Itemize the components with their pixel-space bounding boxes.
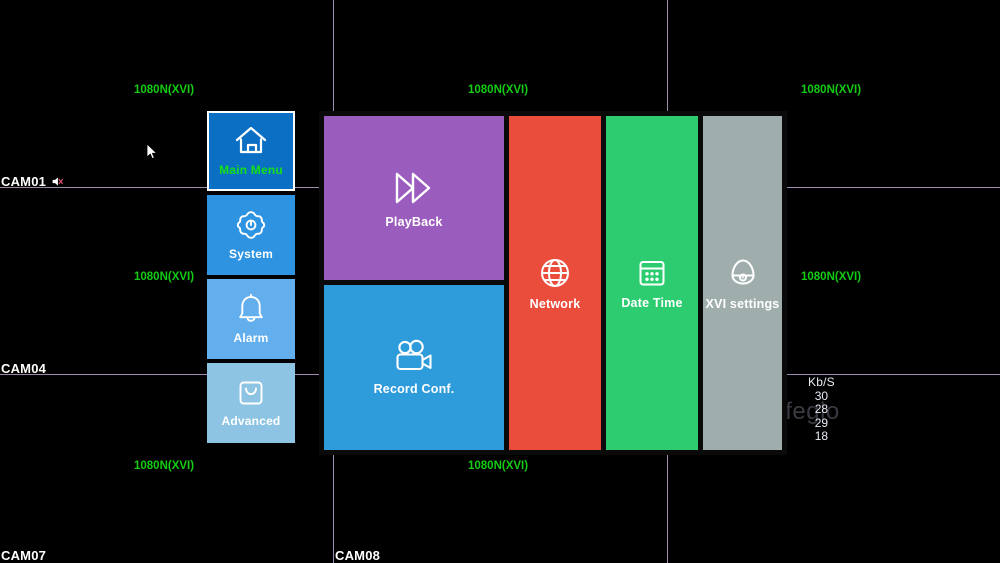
main-menu-panel: Main Menu System Alarm Advanced PlayBack… [207, 111, 787, 455]
menu-item-date-time[interactable]: Date Time [606, 116, 698, 450]
mouse-cursor [146, 143, 158, 161]
resolution-label: 1080N(XVI) [801, 271, 862, 283]
dvr-screen: 1080N(XVI) 1080N(XVI) 1080N(XVI) 1080N(X… [0, 0, 1000, 563]
calendar-icon [636, 257, 668, 289]
gear-icon [235, 209, 267, 241]
dome-camera-icon [726, 256, 760, 290]
bell-icon [236, 293, 266, 325]
resolution-label: 1080N(XVI) [468, 460, 529, 472]
bitrate-panel: Kb/S 30 28 29 18 [808, 375, 835, 444]
camera-label-text: CAM08 [335, 548, 381, 563]
menu-item-advanced[interactable]: Advanced [207, 363, 295, 443]
menu-item-playback[interactable]: PlayBack [324, 116, 504, 280]
menu-item-label: Date Time [621, 295, 683, 310]
video-camera-icon [392, 339, 436, 375]
camera-label-text: CAM04 [1, 361, 47, 376]
bitrate-value: 30 [814, 388, 829, 403]
menu-item-alarm[interactable]: Alarm [207, 279, 295, 359]
fast-forward-icon [392, 168, 436, 208]
home-icon [234, 125, 268, 157]
menu-item-label: Alarm [233, 331, 269, 345]
menu-item-system[interactable]: System [207, 195, 295, 275]
camera-label-cam08: CAM08 [335, 548, 380, 563]
menu-item-network[interactable]: Network [509, 116, 601, 450]
bitrate-value: 29 [814, 415, 829, 430]
camera-label-cam04: CAM04 [1, 361, 46, 376]
menu-item-record-conf[interactable]: Record Conf. [324, 285, 504, 450]
resolution-label: 1080N(XVI) [801, 84, 862, 96]
camera-label-cam07: CAM07 [1, 548, 46, 563]
resolution-label: 1080N(XVI) [134, 271, 195, 283]
toolbox-icon [236, 378, 266, 408]
menu-item-label: XVI settings [705, 296, 780, 311]
mute-icon [51, 175, 64, 188]
menu-item-label: Network [529, 296, 581, 311]
resolution-label: 1080N(XVI) [468, 84, 529, 96]
bitrate-value: 28 [814, 402, 829, 416]
menu-item-xvi-settings[interactable]: XVI settings [703, 116, 782, 450]
camera-label-cam01: CAM01 [1, 174, 64, 189]
menu-item-label: Record Conf. [373, 382, 455, 396]
resolution-label: 1080N(XVI) [134, 84, 195, 96]
menu-tiles-panel: PlayBack Record Conf. Network Date Time … [319, 111, 787, 455]
bitrate-value: 18 [814, 429, 829, 443]
camera-label-text: CAM01 [1, 174, 47, 189]
menu-item-label: PlayBack [385, 214, 443, 229]
bitrate-title: Kb/S [808, 375, 835, 389]
menu-item-label: System [229, 247, 273, 261]
globe-icon [538, 256, 572, 290]
menu-item-label: Main Menu [219, 163, 283, 177]
resolution-label: 1080N(XVI) [134, 460, 195, 472]
camera-label-text: CAM07 [1, 548, 47, 563]
menu-item-label: Advanced [221, 414, 281, 428]
menu-item-main-menu[interactable]: Main Menu [207, 111, 295, 191]
